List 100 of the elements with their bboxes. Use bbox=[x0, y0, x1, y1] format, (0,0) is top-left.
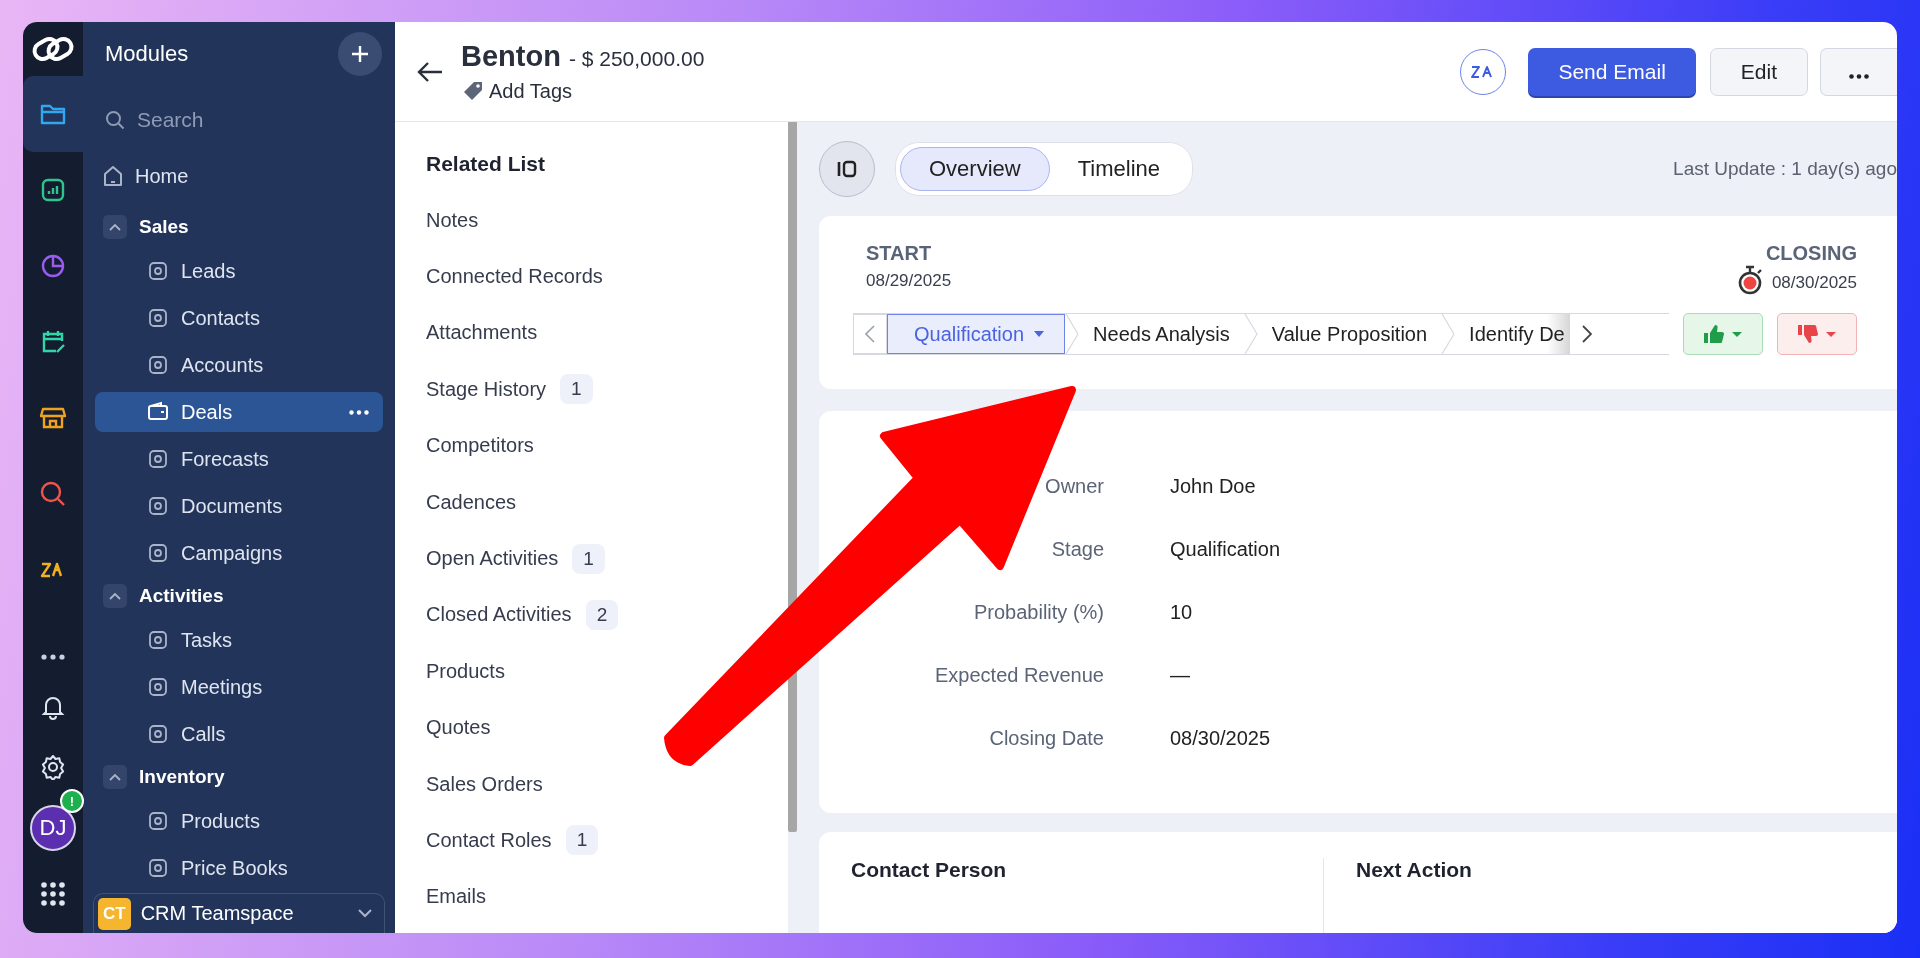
nav-item[interactable]: Tasks bbox=[95, 620, 383, 660]
bell-icon[interactable] bbox=[41, 694, 65, 720]
field-label: Stage bbox=[1050, 538, 1104, 561]
nav-item[interactable]: Price Books bbox=[95, 848, 383, 888]
apps-grid-icon[interactable] bbox=[41, 882, 65, 906]
add-button[interactable] bbox=[338, 32, 382, 76]
nav-item[interactable]: Contacts bbox=[95, 298, 383, 338]
thumbs-up-icon bbox=[1702, 323, 1744, 345]
related-list-item[interactable]: Closed Activities bbox=[426, 603, 572, 627]
related-list-item[interactable]: Stage History bbox=[426, 377, 547, 401]
alert-badge: ! bbox=[60, 789, 84, 813]
related-list-item[interactable]: Attachments bbox=[426, 321, 538, 345]
teamspace-name: CRM Teamspace bbox=[140, 902, 295, 925]
module-icon bbox=[147, 354, 169, 376]
module-icon bbox=[147, 723, 169, 745]
store-icon bbox=[39, 405, 67, 431]
nav-item[interactable]: Meetings bbox=[95, 667, 383, 707]
module-icon bbox=[147, 629, 169, 651]
start-date: 08/29/2025 bbox=[866, 271, 952, 291]
group-label[interactable]: Sales bbox=[139, 216, 189, 238]
search-icon bbox=[105, 110, 125, 130]
view-tab[interactable]: Timeline bbox=[1049, 147, 1188, 191]
related-list-item[interactable]: Sales Orders bbox=[426, 772, 543, 796]
nav-item[interactable]: Accounts bbox=[95, 345, 383, 385]
mark-lost-button[interactable] bbox=[1777, 313, 1857, 355]
back-arrow-icon[interactable] bbox=[417, 60, 443, 83]
sidebar-toggle-icon bbox=[836, 159, 858, 179]
module-icon bbox=[147, 676, 169, 698]
count-badge: 1 bbox=[572, 543, 605, 574]
module-icon bbox=[147, 542, 169, 564]
chevron-left-icon bbox=[865, 325, 875, 343]
last-update-text: Last Update : 1 day(s) ago bbox=[1673, 158, 1897, 180]
chevron-down-icon bbox=[358, 909, 372, 918]
collapse-icon[interactable] bbox=[103, 765, 127, 789]
related-list-item[interactable]: Quotes bbox=[426, 716, 491, 740]
record-title: Benton bbox=[461, 40, 561, 73]
module-icon bbox=[147, 448, 169, 470]
dropdown-caret-icon bbox=[1034, 331, 1045, 337]
stage-step[interactable]: Needs Analysis bbox=[1079, 314, 1244, 354]
mark-won-button[interactable] bbox=[1683, 313, 1763, 355]
field-label: Owner bbox=[1044, 475, 1104, 498]
send-email-button[interactable]: Send Email bbox=[1528, 47, 1696, 96]
module-icon bbox=[147, 495, 169, 517]
collapse-icon[interactable] bbox=[103, 584, 127, 608]
stage-step[interactable]: Qualification bbox=[887, 314, 1066, 354]
view-tab[interactable]: Overview bbox=[900, 147, 1050, 191]
chevron-right-icon bbox=[1582, 325, 1593, 343]
related-list-item[interactable]: Notes bbox=[426, 208, 479, 232]
closing-date: 08/30/2025 bbox=[1771, 273, 1857, 293]
group-label[interactable]: Activities bbox=[139, 585, 224, 607]
nav-item[interactable]: Home bbox=[95, 156, 383, 196]
search-analytics-icon bbox=[39, 480, 67, 508]
nav-item[interactable]: Calls bbox=[95, 714, 383, 754]
related-list-title: Related List bbox=[426, 152, 547, 176]
thumbs-down-icon bbox=[1796, 323, 1838, 345]
field-value: 08/30/2025 bbox=[1170, 727, 1271, 750]
scrollbar-thumb[interactable] bbox=[788, 122, 797, 832]
related-list-item[interactable]: Cadences bbox=[426, 490, 517, 514]
field-value: — bbox=[1170, 664, 1190, 687]
count-badge: 2 bbox=[585, 599, 619, 630]
nav-item[interactable]: Forecasts bbox=[95, 439, 383, 479]
field-value: 10 bbox=[1170, 601, 1193, 624]
related-list-item[interactable]: Competitors bbox=[426, 434, 534, 458]
more-icon[interactable] bbox=[41, 654, 65, 660]
nav-item[interactable]: Documents bbox=[95, 486, 383, 526]
nav-item[interactable]: Campaigns bbox=[95, 533, 383, 573]
section-title: Contact Person bbox=[851, 858, 1007, 881]
teamspace-switcher[interactable]: CT CRM Teamspace bbox=[93, 893, 385, 933]
related-list-item[interactable]: Emails bbox=[426, 885, 486, 909]
edit-button[interactable]: Edit bbox=[1709, 47, 1808, 96]
related-list-item[interactable]: Contact Roles bbox=[426, 829, 552, 852]
user-avatar[interactable]: DJ bbox=[30, 805, 76, 851]
field-value: Qualification bbox=[1170, 538, 1281, 561]
module-icon bbox=[147, 857, 169, 879]
more-icon[interactable] bbox=[349, 409, 369, 415]
count-badge: 1 bbox=[565, 825, 599, 856]
report-icon bbox=[40, 177, 66, 203]
field-label: Closing Date bbox=[988, 727, 1104, 750]
section-title: Next Action bbox=[1356, 858, 1472, 881]
module-icon bbox=[147, 401, 169, 423]
settings-icon[interactable] bbox=[40, 754, 66, 780]
group-label[interactable]: Inventory bbox=[139, 766, 225, 788]
related-list-item[interactable]: Open Activities bbox=[426, 547, 559, 571]
more-icon bbox=[1849, 73, 1869, 79]
collapse-icon[interactable] bbox=[103, 215, 127, 239]
stage-step[interactable]: Value Proposition bbox=[1257, 314, 1442, 354]
related-list-item[interactable]: Products bbox=[426, 659, 505, 683]
add-tags-link[interactable]: Add Tags bbox=[461, 79, 705, 103]
nav-item[interactable]: Deals bbox=[95, 392, 383, 432]
home-icon bbox=[103, 165, 123, 187]
field-value: John Doe bbox=[1170, 475, 1256, 498]
pie-chart-icon bbox=[40, 253, 66, 279]
panel-toggle-button[interactable] bbox=[819, 141, 875, 197]
related-list-item[interactable]: Connected Records bbox=[426, 265, 603, 289]
field-label: Expected Revenue bbox=[934, 664, 1104, 687]
panel-title: Modules bbox=[105, 41, 189, 67]
nav-item[interactable]: Products bbox=[95, 801, 383, 841]
nav-item[interactable]: Leads bbox=[95, 251, 383, 291]
search-field[interactable]: Search bbox=[135, 107, 339, 133]
closing-label: CLOSING bbox=[1765, 242, 1857, 265]
